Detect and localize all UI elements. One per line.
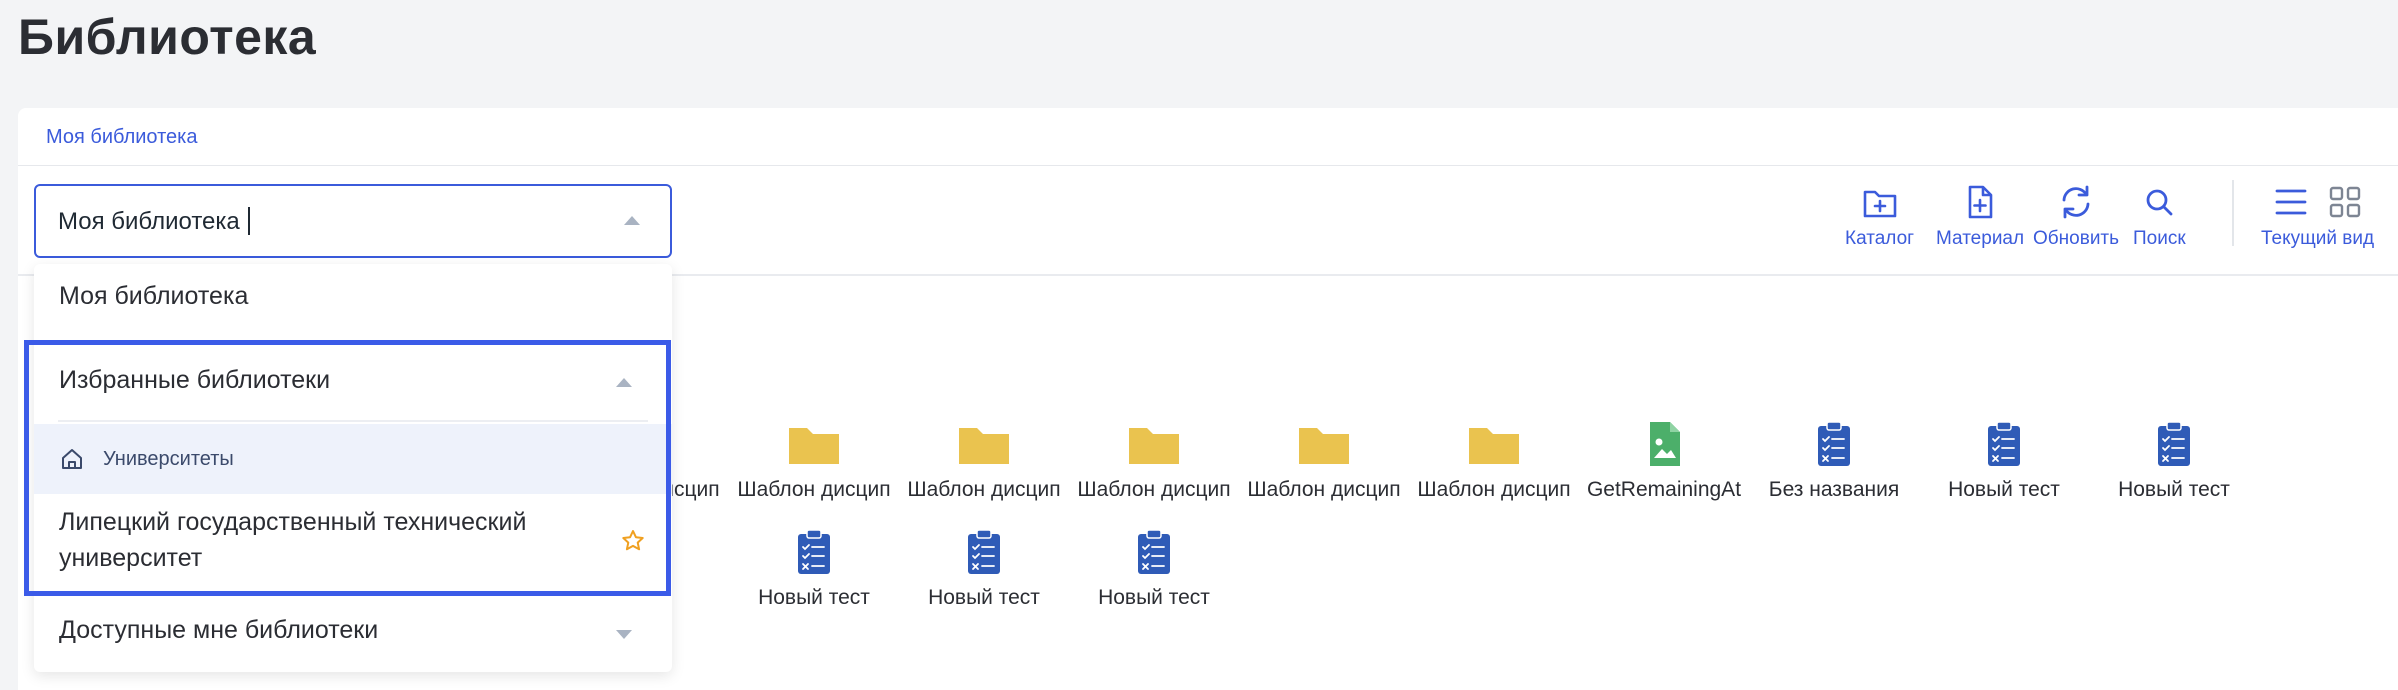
refresh-icon xyxy=(2062,185,2090,219)
library-item[interactable]: Без названия xyxy=(1749,420,1919,502)
text-cursor xyxy=(247,206,250,235)
library-item[interactable]: Шаблон дисцип xyxy=(899,420,1069,502)
test-icon xyxy=(1988,421,2020,466)
test-icon xyxy=(798,529,830,574)
current-view-button[interactable]: Текущий вид xyxy=(2261,182,2374,250)
breadcrumb-link-my-library[interactable]: Моя библиотека xyxy=(46,126,197,149)
option-universities[interactable]: Университеты xyxy=(34,424,672,494)
folder-plus-icon xyxy=(1863,190,1896,218)
file-plus-icon xyxy=(1968,185,1993,219)
toolbar-divider xyxy=(2232,180,2234,246)
library-item[interactable]: Новый тест xyxy=(899,528,1069,610)
chevron-up-icon[interactable] xyxy=(624,216,640,225)
page-title: Библиотека xyxy=(18,9,317,65)
chevron-up-icon xyxy=(616,378,632,387)
material-label: Материал xyxy=(1936,228,2025,249)
star-icon[interactable] xyxy=(620,528,646,554)
group-favorite-libraries[interactable]: Избранные библиотеки xyxy=(34,366,672,395)
list-view-icon xyxy=(2275,189,2306,215)
search-button[interactable]: Поиск xyxy=(2133,182,2186,250)
group-available-libraries-label: Доступные мне библиотеки xyxy=(59,616,379,644)
new-catalog-button[interactable]: Каталог xyxy=(1845,182,1914,250)
folder-icon xyxy=(789,428,839,464)
option-universities-label: Университеты xyxy=(103,447,234,470)
current-view-label: Текущий вид xyxy=(2261,228,2375,249)
library-item[interactable]: Шаблон дисцип xyxy=(1239,420,1409,502)
library-item[interactable]: Шаблон дисцип xyxy=(1409,420,1579,502)
test-icon xyxy=(968,529,1000,574)
search-icon xyxy=(2146,189,2173,216)
catalog-label: Каталог xyxy=(1845,228,1915,249)
group-favorite-libraries-label: Избранные библиотеки xyxy=(59,366,331,394)
folder-icon xyxy=(1469,428,1519,464)
grid-view-icon xyxy=(2329,186,2360,218)
folder-icon xyxy=(1299,428,1349,464)
option-lgtu[interactable]: Липецкий государственный технический уни… xyxy=(59,504,579,576)
library-dropdown: Моя библиотека Избранные библиотеки Унив… xyxy=(34,264,672,672)
test-icon xyxy=(2158,421,2190,466)
chevron-down-icon xyxy=(616,630,632,639)
divider xyxy=(58,420,648,422)
library-item[interactable]: Новый тест xyxy=(1919,420,2089,502)
test-icon xyxy=(1818,421,1850,466)
library-item[interactable]: Новый тест xyxy=(729,528,899,610)
folder-icon xyxy=(1129,428,1179,464)
test-icon xyxy=(1138,529,1170,574)
refresh-label: Обновить xyxy=(2033,228,2120,249)
library-item[interactable]: Шаблон дисцип xyxy=(1069,420,1239,502)
library-item[interactable]: Шаблон дисцип xyxy=(729,420,899,502)
folder-icon xyxy=(959,428,1009,464)
option-my-library[interactable]: Моя библиотека xyxy=(34,282,672,311)
library-item[interactable]: GetRemainingAt xyxy=(1579,420,1749,502)
image-file-icon xyxy=(1650,422,1680,466)
search-label: Поиск xyxy=(2133,228,2186,249)
new-material-button[interactable]: Материал xyxy=(1936,182,2024,250)
breadcrumb: Моя библиотека xyxy=(18,108,2398,166)
refresh-button[interactable]: Обновить xyxy=(2033,182,2119,250)
group-available-libraries[interactable]: Доступные мне библиотеки xyxy=(34,616,672,645)
library-select[interactable]: Моя библиотека xyxy=(34,184,672,258)
library-item[interactable]: Новый тест xyxy=(1069,528,1239,610)
library-item[interactable]: Новый тест xyxy=(2089,420,2259,502)
home-icon xyxy=(62,449,82,469)
library-select-value[interactable]: Моя библиотека xyxy=(58,206,250,236)
